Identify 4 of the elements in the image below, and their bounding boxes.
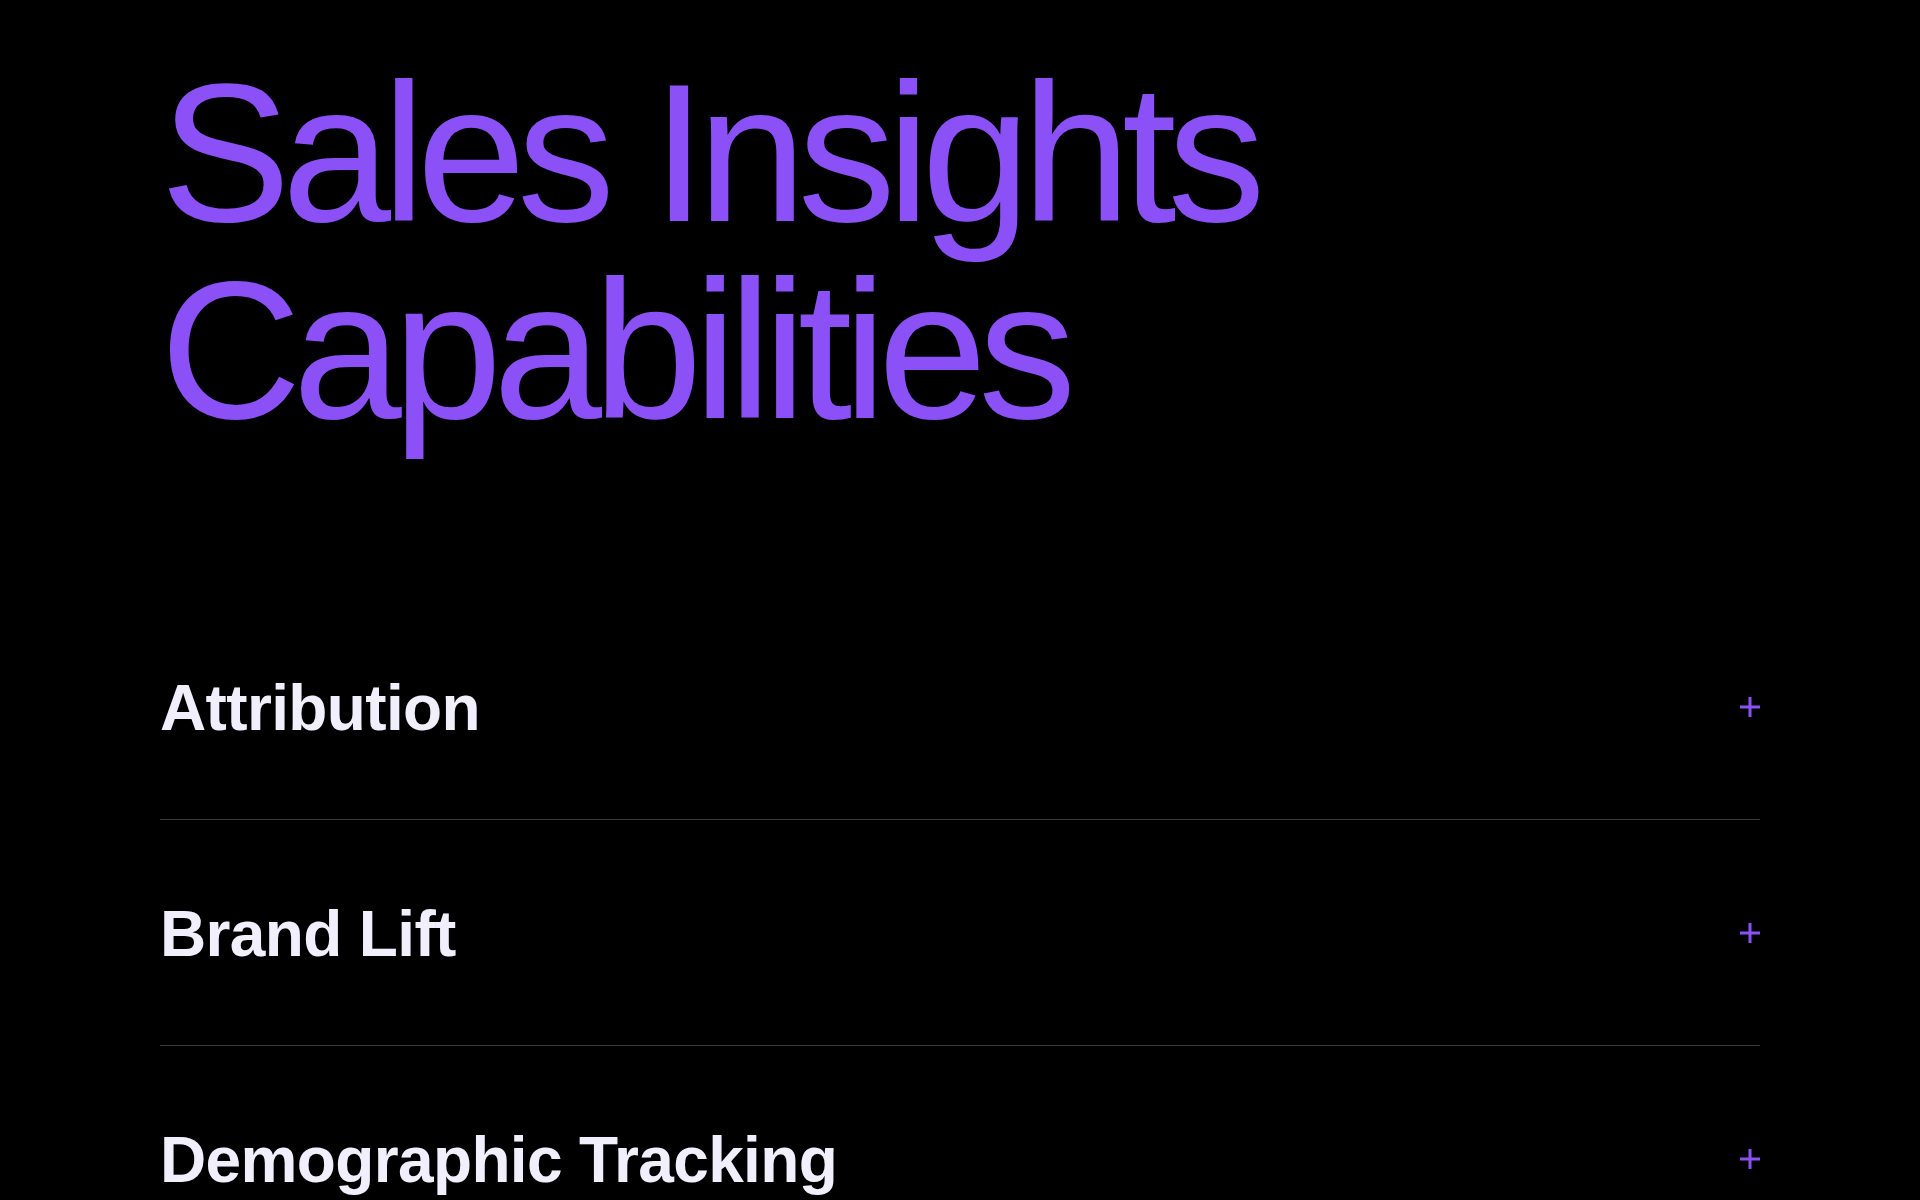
- accordion-header[interactable]: Demographic Tracking: [160, 1046, 1760, 1199]
- accordion-header[interactable]: Attribution: [160, 594, 1760, 819]
- accordion-header[interactable]: Brand Lift: [160, 820, 1760, 1045]
- page-heading: Sales Insights Capabilities: [160, 55, 1259, 462]
